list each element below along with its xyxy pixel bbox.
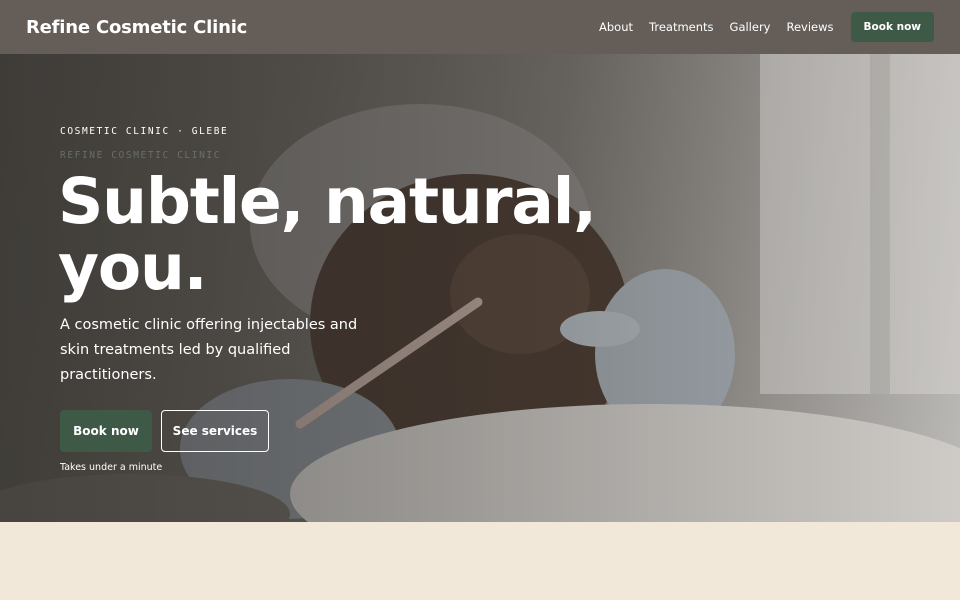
hero-ghost-text: REFINE COSMETIC CLINIC (60, 150, 222, 161)
site-header: Refine Cosmetic Clinic About Treatments … (0, 0, 960, 54)
hero-headline-line1: Subtle, natural, (58, 165, 597, 238)
hero-headline: Subtle, natural, you. (58, 169, 680, 301)
nav-reviews[interactable]: Reviews (787, 20, 834, 34)
hero-subtitle: A cosmetic clinic offering injectables a… (60, 317, 358, 383)
hero-headline-line2: you. (58, 231, 208, 304)
book-now-button[interactable]: Book now (60, 410, 152, 452)
hero-cta-group: Book now See services (60, 410, 680, 452)
see-services-button[interactable]: See services (161, 410, 269, 452)
nav-about[interactable]: About (599, 20, 633, 34)
nav-gallery[interactable]: Gallery (730, 20, 771, 34)
hero-eyebrow: COSMETIC CLINIC · GLEBE (60, 126, 229, 137)
header-book-button[interactable]: Book now (850, 12, 934, 42)
nav-treatments[interactable]: Treatments (649, 20, 714, 34)
booking-note: Takes under a minute (60, 462, 163, 473)
hero-section: COSMETIC CLINIC · GLEBE REFINE COSMETIC … (0, 54, 960, 522)
hero-content: COSMETIC CLINIC · GLEBE REFINE COSMETIC … (58, 126, 680, 473)
brand-logo[interactable]: Refine Cosmetic Clinic (26, 17, 247, 38)
main-nav: About Treatments Gallery Reviews Book no… (583, 12, 934, 42)
